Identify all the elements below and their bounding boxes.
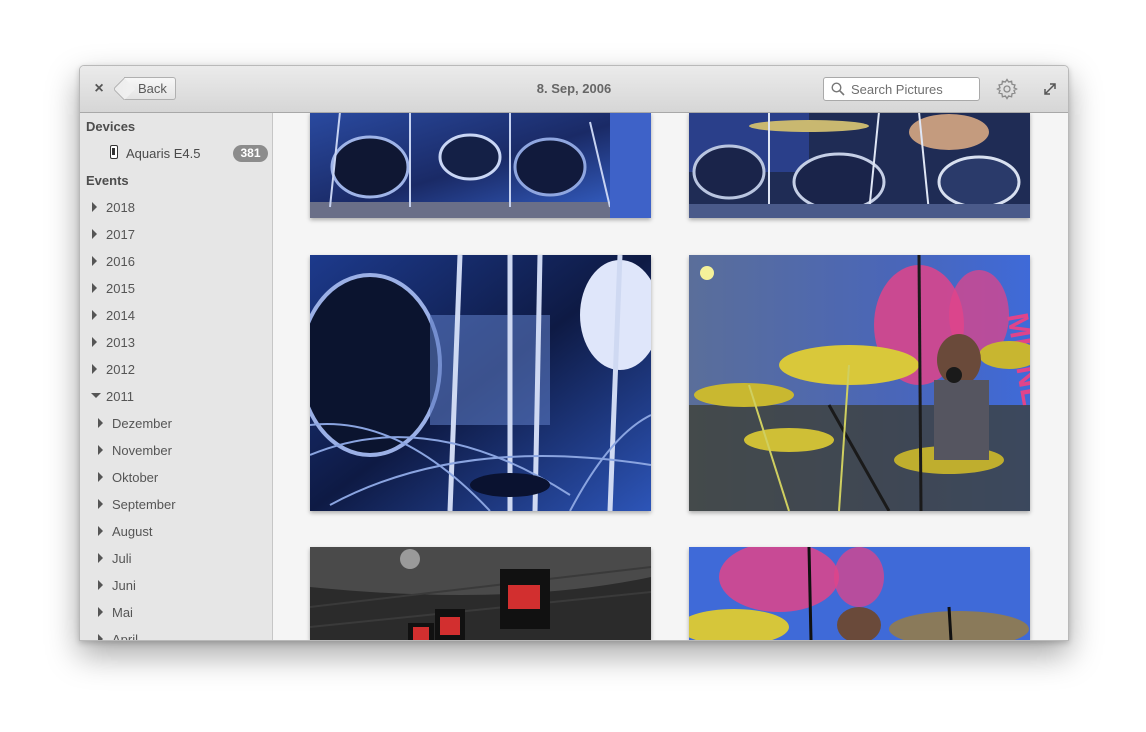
month-label: November [112, 443, 172, 458]
photo-grid: MEINL [273, 113, 1068, 640]
expander-right-icon[interactable] [98, 499, 103, 509]
photo-image [310, 547, 651, 640]
expander-down-icon[interactable] [91, 393, 101, 398]
header-bar: × Back 8. Sep, 2006 [80, 66, 1068, 113]
month-label: Mai [112, 605, 133, 620]
phone-icon [110, 145, 118, 159]
expander-right-icon[interactable] [98, 526, 103, 536]
photo-thumbnail[interactable] [310, 113, 651, 218]
photo-image [310, 113, 651, 218]
expander-right-icon[interactable] [98, 445, 103, 455]
month-label: Dezember [112, 416, 172, 431]
search-field[interactable] [823, 77, 980, 101]
expander-right-icon[interactable] [92, 202, 97, 212]
year-label: 2014 [106, 308, 135, 323]
month-label: September [112, 497, 176, 512]
events-heading: Events [86, 173, 129, 188]
month-label: August [112, 524, 153, 539]
expander-right-icon[interactable] [92, 364, 97, 374]
gear-icon[interactable] [996, 78, 1018, 100]
sidebar-item-device[interactable]: Aquaris E4.5 381 [80, 144, 272, 164]
year-label: 2018 [106, 200, 135, 215]
month-label: April [112, 632, 139, 640]
expander-right-icon[interactable] [92, 283, 97, 293]
year-label: 2012 [106, 362, 135, 377]
expander-right-icon[interactable] [98, 472, 103, 482]
year-label: 2013 [106, 335, 135, 350]
year-label: 2016 [106, 254, 135, 269]
photos-window: × Back 8. Sep, 2006 Devices [79, 65, 1069, 641]
year-label: 2015 [106, 281, 135, 296]
expander-right-icon[interactable] [98, 607, 103, 617]
device-label: Aquaris E4.5 [126, 146, 201, 161]
photo-image: MEINL [689, 255, 1030, 511]
month-label: Juni [112, 578, 136, 593]
expander-right-icon[interactable] [98, 634, 103, 640]
photo-thumbnail[interactable] [689, 547, 1030, 640]
year-label: 2017 [106, 227, 135, 242]
expander-right-icon[interactable] [92, 229, 97, 239]
sidebar: Devices Aquaris E4.5 381 Events 2018 201… [80, 113, 273, 640]
photo-image [689, 113, 1030, 218]
expander-right-icon[interactable] [98, 553, 103, 563]
photo-count-badge: 381 [233, 145, 268, 162]
photo-thumbnail[interactable]: MEINL [689, 255, 1030, 511]
expander-right-icon[interactable] [92, 310, 97, 320]
photo-thumbnail[interactable] [310, 547, 651, 640]
devices-heading: Devices [86, 119, 136, 134]
photo-image [689, 547, 1030, 640]
expander-right-icon[interactable] [92, 337, 97, 347]
photo-thumbnail[interactable] [689, 113, 1030, 218]
expander-right-icon[interactable] [98, 580, 103, 590]
expander-right-icon[interactable] [98, 418, 103, 428]
month-label: Oktober [112, 470, 159, 485]
fullscreen-icon[interactable] [1042, 81, 1058, 97]
photo-image [310, 255, 651, 511]
month-label: Juli [112, 551, 132, 566]
photo-thumbnail[interactable] [310, 255, 651, 511]
year-label: 2011 [106, 389, 134, 404]
search-input[interactable] [851, 80, 973, 98]
expander-right-icon[interactable] [92, 256, 97, 266]
search-icon [831, 82, 845, 96]
